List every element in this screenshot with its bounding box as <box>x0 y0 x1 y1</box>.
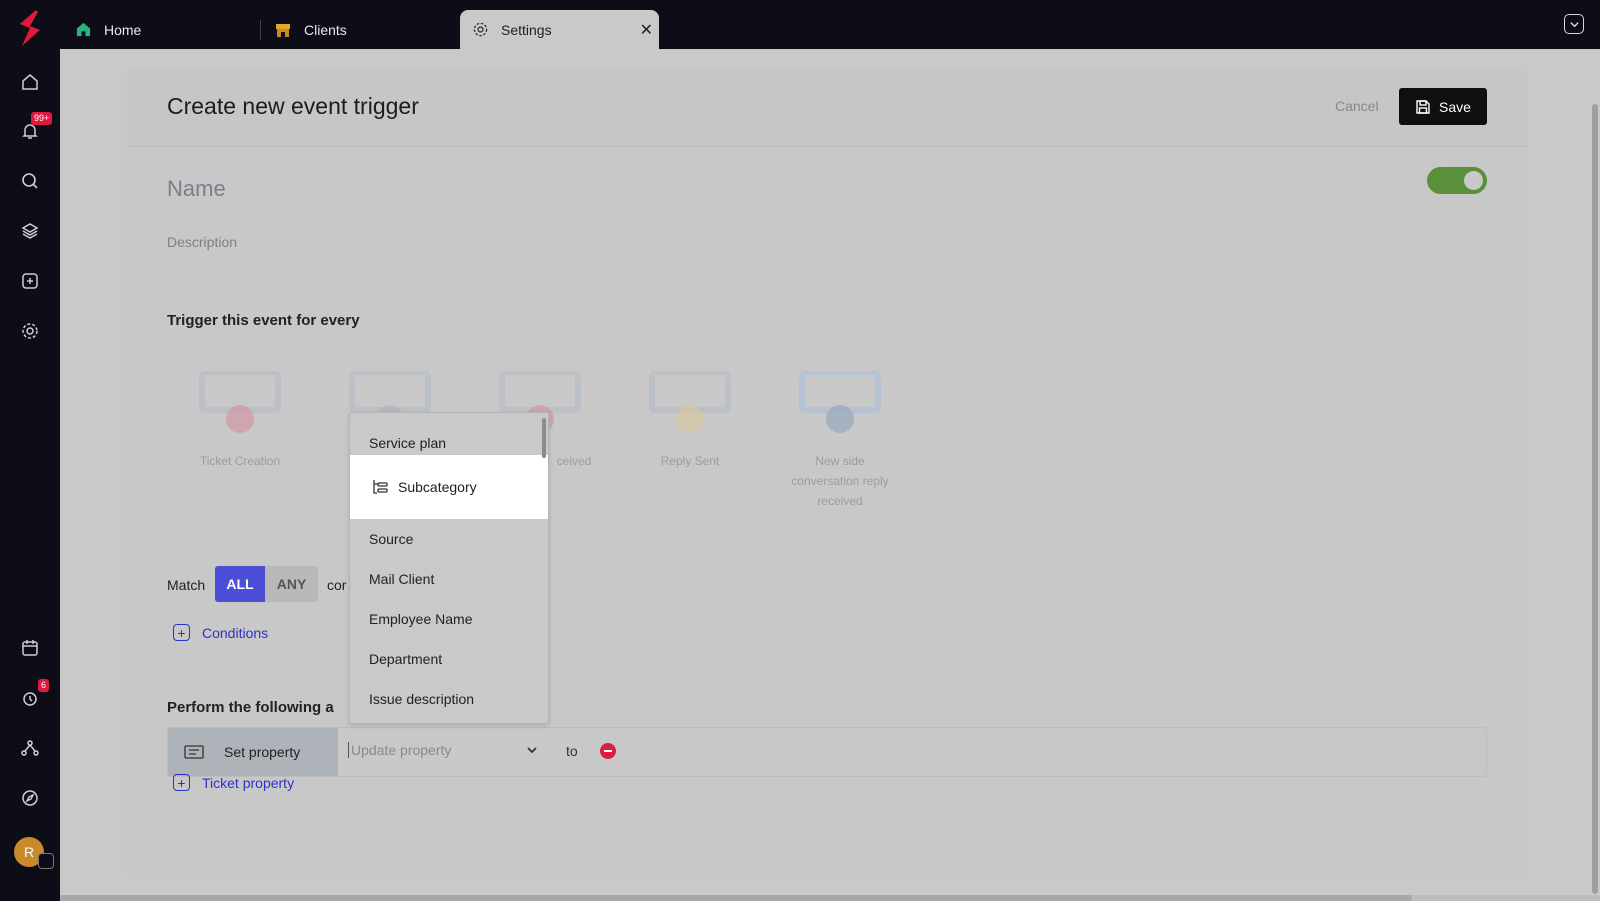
set-property-chip[interactable]: Set property <box>168 728 338 776</box>
trigger-card-frame <box>649 371 731 433</box>
workflow-icon[interactable] <box>18 736 42 760</box>
trigger-icon <box>826 405 854 433</box>
trigger-card-reply-sent[interactable]: Reply Sent <box>635 371 745 471</box>
store-icon <box>274 21 292 39</box>
close-icon[interactable]: ✕ <box>640 20 653 40</box>
tab-settings[interactable]: Settings ✕ <box>460 10 659 49</box>
actions-heading: Perform the following a <box>167 699 334 716</box>
cancel-button[interactable]: Cancel <box>1335 98 1379 114</box>
dropdown-scrollbar[interactable] <box>542 418 546 458</box>
enabled-toggle[interactable] <box>1427 167 1487 194</box>
left-rail: 99+ 6 R <box>0 0 60 901</box>
tab-clients[interactable]: Clients <box>274 10 347 49</box>
plus-icon: + <box>173 624 190 641</box>
trigger-label: New side conversation reply received <box>791 454 889 508</box>
calendar-icon[interactable] <box>18 636 42 660</box>
add-ticket-property-label: Ticket property <box>202 774 295 791</box>
trigger-icon <box>676 405 704 433</box>
chevron-down-icon[interactable] <box>1564 14 1584 34</box>
tab-home[interactable]: Home <box>74 10 141 49</box>
notification-badge: 99+ <box>31 112 53 125</box>
tab-label: Clients <box>304 21 347 38</box>
trigger-label: Reply Sent <box>660 454 720 468</box>
dropdown-option[interactable]: Issue description <box>350 679 548 719</box>
chevron-down-icon <box>527 747 537 754</box>
subcategory-icon <box>373 480 388 494</box>
trigger-icon <box>226 405 254 433</box>
dropdown-option[interactable]: Source <box>350 519 548 559</box>
match-suffix: cor <box>327 577 347 593</box>
to-label: to <box>566 743 578 759</box>
plus-square-icon[interactable] <box>18 269 42 293</box>
home-icon[interactable] <box>18 70 42 94</box>
save-button[interactable]: Save <box>1399 88 1487 125</box>
save-icon <box>1416 99 1430 114</box>
compass-icon[interactable] <box>18 786 42 810</box>
trigger-card-frame <box>499 371 581 433</box>
update-property-select[interactable]: Update property <box>348 742 538 758</box>
home-icon <box>74 21 92 39</box>
tab-label: Home <box>104 21 142 38</box>
update-property-placeholder: Update property <box>351 742 452 758</box>
form-header: Create new event trigger Cancel Save <box>127 69 1527 147</box>
page-title: Create new event trigger <box>167 93 419 119</box>
dropdown-option-label: Subcategory <box>398 479 477 495</box>
tab-divider <box>260 20 261 40</box>
gear-icon[interactable] <box>18 319 42 343</box>
property-dropdown: Service plan Subcategory Source Mail Cli… <box>349 412 549 724</box>
trigger-card-frame <box>349 371 431 433</box>
plus-icon: + <box>173 774 190 791</box>
dropdown-option-highlighted[interactable]: Subcategory <box>350 455 548 519</box>
trigger-card-frame <box>799 371 881 433</box>
trigger-card-ticket-creation[interactable]: Ticket Creation <box>185 371 295 471</box>
trigger-card-frame <box>199 371 281 433</box>
scrollbar-thumb[interactable] <box>60 895 1412 901</box>
layers-icon[interactable] <box>18 219 42 243</box>
dropdown-option[interactable]: Department <box>350 639 548 679</box>
app-logo[interactable] <box>12 8 48 48</box>
match-label: Match <box>167 577 206 593</box>
ticket-icon <box>184 745 204 759</box>
horizontal-scrollbar[interactable] <box>60 895 1600 901</box>
tab-label: Settings <box>501 21 552 38</box>
tab-bar: Home Clients Settings ✕ <box>60 0 1600 49</box>
action-row: Set property Update property to <box>167 727 1487 777</box>
dropdown-option[interactable]: Employee Name <box>350 599 548 639</box>
event-trigger-form: Create new event trigger Cancel Save Nam… <box>127 69 1527 876</box>
trigger-card-side-conversation[interactable]: New side conversation reply received <box>785 371 895 511</box>
search-icon[interactable] <box>18 169 42 193</box>
set-property-label: Set property <box>224 744 301 760</box>
save-label: Save <box>1439 98 1471 115</box>
gear-icon <box>472 21 489 39</box>
match-any-button[interactable]: ANY <box>265 566 318 602</box>
name-input[interactable]: Name <box>167 176 226 202</box>
workspace-icon[interactable] <box>38 853 54 869</box>
add-condition-label: Conditions <box>202 624 269 641</box>
description-input[interactable]: Description <box>167 234 237 250</box>
trigger-label: Ticket Creation <box>199 454 281 468</box>
timer-badge: 6 <box>38 679 50 692</box>
vertical-scrollbar[interactable] <box>1592 104 1598 894</box>
add-condition-button[interactable]: + Conditions <box>173 624 268 641</box>
dropdown-option[interactable]: Mail Client <box>350 559 548 599</box>
match-all-button[interactable]: ALL <box>215 566 265 602</box>
trigger-heading: Trigger this event for every <box>167 312 360 329</box>
remove-action-icon[interactable] <box>600 743 616 759</box>
add-ticket-property-button[interactable]: + Ticket property <box>173 774 294 791</box>
